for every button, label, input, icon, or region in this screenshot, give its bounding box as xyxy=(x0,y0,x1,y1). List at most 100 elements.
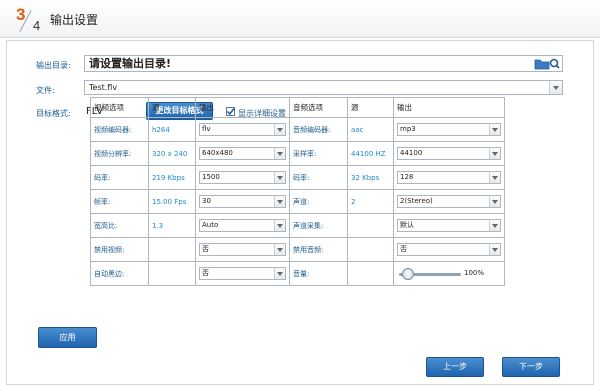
audio-option-label: 禁用音频: xyxy=(293,245,324,254)
table-row: 禁用视频: 否 禁用音频: 否 xyxy=(90,237,505,262)
chevron-down-icon[interactable] xyxy=(274,244,285,255)
table-row: 视频编码器: h264 flv 音频编码器: aac mp3 xyxy=(90,117,505,142)
video-output-select[interactable]: 30 xyxy=(199,195,286,208)
chevron-down-icon[interactable] xyxy=(489,172,500,183)
audio-source-value: 2 xyxy=(351,197,356,206)
video-output-select-cell: 640x480 xyxy=(195,141,290,166)
video-source-header: 源 xyxy=(148,97,196,118)
apply-button[interactable]: 应用 xyxy=(38,327,97,348)
table-row: 帧率: 15.00 Fps 30 声道: 2 2(Stereo) xyxy=(90,189,505,214)
video-output-select-cell: 30 xyxy=(195,189,290,214)
file-select[interactable]: Test.flv xyxy=(84,80,563,95)
video-option-label-cell: 视频编码器: xyxy=(90,117,149,142)
audio-source-value: 32 Kbps xyxy=(351,173,380,182)
audio-option-label: 音量: xyxy=(293,269,310,278)
video-option-label: 码率: xyxy=(94,173,111,182)
wizard-header: 3 4 输出设置 xyxy=(0,0,600,38)
prev-step-button[interactable]: 上一步 xyxy=(426,357,484,377)
step-indicator: 3 4 xyxy=(16,5,46,35)
chevron-down-icon[interactable] xyxy=(489,196,500,207)
audio-option-label-cell: 声道采集: xyxy=(289,213,348,238)
audio-output-select[interactable]: 否 xyxy=(397,243,501,256)
video-output-select[interactable]: 1500 xyxy=(199,171,286,184)
video-options-header: 视频选项 xyxy=(90,97,149,118)
video-option-label-cell: 宽高比: xyxy=(90,213,149,238)
video-output-select-cell: 否 xyxy=(195,261,290,286)
video-source-value-cell: 15.00 Fps xyxy=(148,189,196,214)
video-option-label: 宽高比: xyxy=(94,221,118,230)
table-row: 码率: 219 Kbps 1500 码率: 32 Kbps 128 xyxy=(90,165,505,190)
video-source-value: 320 x 240 xyxy=(152,149,188,158)
audio-output-select-value: 44100 xyxy=(400,149,423,157)
audio-option-label-cell: 禁用音频: xyxy=(289,237,348,262)
chevron-down-icon[interactable] xyxy=(274,124,285,135)
audio-output-select-value: mp3 xyxy=(400,125,416,133)
video-output-select-cell: 1500 xyxy=(195,165,290,190)
table-header-row: 视频选项 源 输出 音频选项 源 输出 xyxy=(90,97,505,118)
audio-source-header: 源 xyxy=(347,97,394,118)
chevron-down-icon[interactable] xyxy=(489,220,500,231)
audio-source-value-cell xyxy=(347,237,394,262)
audio-options-header: 音频选项 xyxy=(289,97,348,118)
video-output-select[interactable]: flv xyxy=(199,123,286,136)
audio-output-select[interactable]: mp3 xyxy=(397,123,501,136)
next-step-button[interactable]: 下一步 xyxy=(502,357,560,377)
chevron-down-icon[interactable] xyxy=(274,220,285,231)
chevron-down-icon[interactable] xyxy=(274,196,285,207)
video-output-select-value: Auto xyxy=(202,221,219,229)
volume-slider[interactable]: 100% xyxy=(397,267,501,280)
audio-output-select-cell: 默认 xyxy=(393,213,505,238)
audio-option-label-cell: 音频编码器: xyxy=(289,117,348,142)
video-output-select-value: 否 xyxy=(202,269,209,277)
video-output-select[interactable]: 否 xyxy=(199,243,286,256)
video-option-label-cell: 自动黑边: xyxy=(90,261,149,286)
audio-source-value-cell: 2 xyxy=(347,189,394,214)
video-source-value-cell xyxy=(148,261,196,286)
video-source-value: 219 Kbps xyxy=(152,173,185,182)
audio-output-select-value: 128 xyxy=(400,173,414,181)
video-option-label: 自动黑边: xyxy=(94,269,125,278)
audio-source-value-cell: 44100 HZ xyxy=(347,141,394,166)
audio-option-label: 声道: xyxy=(293,197,310,206)
video-source-value: 15.00 Fps xyxy=(152,197,187,206)
audio-source-value-cell xyxy=(347,213,394,238)
video-source-value-cell: 219 Kbps xyxy=(148,165,196,190)
audio-output-select[interactable]: 128 xyxy=(397,171,501,184)
audio-output-select[interactable]: 2(Stereo) xyxy=(397,195,501,208)
chevron-down-icon[interactable] xyxy=(489,124,500,135)
folder-search-icon[interactable] xyxy=(534,57,560,70)
chevron-down-icon[interactable] xyxy=(549,81,562,94)
audio-output-header: 输出 xyxy=(393,97,505,118)
audio-option-label-cell: 音量: xyxy=(289,261,348,286)
audio-output-select-value: 2(Stereo) xyxy=(400,197,433,205)
video-output-header: 输出 xyxy=(195,97,290,118)
video-output-select[interactable]: Auto xyxy=(199,219,286,232)
output-dir-value: 请设置输出目录! xyxy=(89,57,172,70)
video-output-select-cell: flv xyxy=(195,117,290,142)
page-title: 输出设置 xyxy=(50,13,99,27)
video-output-select[interactable]: 640x480 xyxy=(199,147,286,160)
audio-output-select[interactable]: 默认 xyxy=(397,219,501,232)
video-output-select-cell: Auto xyxy=(195,213,290,238)
chevron-down-icon[interactable] xyxy=(489,148,500,159)
video-output-select[interactable]: 否 xyxy=(199,267,286,280)
chevron-down-icon[interactable] xyxy=(489,244,500,255)
video-option-label: 禁用视频: xyxy=(94,245,125,254)
chevron-down-icon[interactable] xyxy=(274,148,285,159)
volume-cell: 100% xyxy=(393,261,505,286)
chevron-down-icon[interactable] xyxy=(274,268,285,279)
chevron-down-icon[interactable] xyxy=(274,172,285,183)
file-label: 文件: xyxy=(36,86,55,95)
audio-output-select[interactable]: 44100 xyxy=(397,147,501,160)
target-format-label: 目标格式: xyxy=(36,109,71,118)
audio-output-select-value: 默认 xyxy=(400,221,414,229)
audio-option-label-cell: 采样率: xyxy=(289,141,348,166)
audio-output-select-cell: 2(Stereo) xyxy=(393,189,505,214)
volume-knob[interactable] xyxy=(402,267,414,280)
audio-option-label: 声道采集: xyxy=(293,221,324,230)
output-dir-field[interactable]: 请设置输出目录! xyxy=(84,55,563,72)
video-option-label: 视频编码器: xyxy=(94,125,132,134)
settings-table: 视频选项 源 输出 音频选项 源 输出 视频编码器: h264 flv 音频编码器: a… xyxy=(90,97,505,286)
video-option-label-cell: 码率: xyxy=(90,165,149,190)
video-option-label: 帧率: xyxy=(94,197,111,206)
